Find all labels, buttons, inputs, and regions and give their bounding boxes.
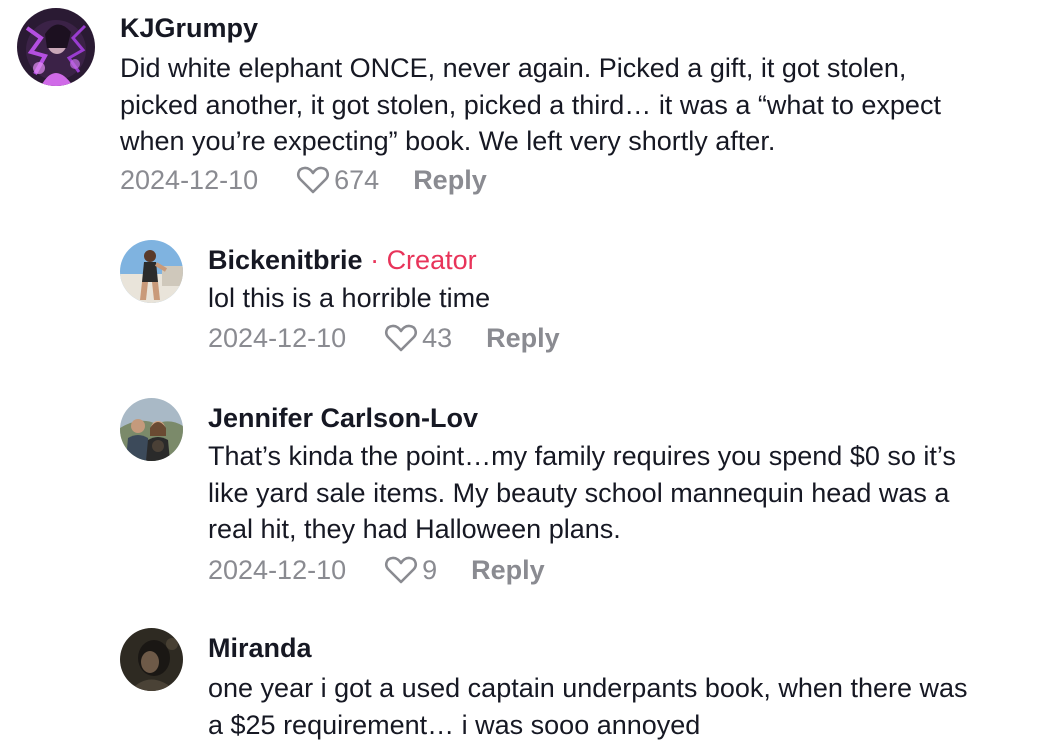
avatar-image [120,398,183,461]
like-count: 674 [334,164,380,195]
creator-separator: · [362,245,387,275]
creator-badge: Creator [386,245,477,275]
like-button[interactable]: 43 [384,323,452,354]
comment-username[interactable]: Miranda [208,632,312,664]
like-button[interactable]: 9 [384,555,437,586]
heart-outline-icon [385,556,418,584]
avatar-image [17,8,95,86]
comment-meta: 2024-12-10 43 Reply [208,320,560,356]
comment-date: 2024-12-10 [120,164,259,195]
comment-text: one year i got a used captain underpants… [208,673,968,740]
avatar[interactable] [120,628,183,691]
avatar-image [120,628,183,691]
like-count: 9 [422,554,438,585]
like-count: 43 [422,322,453,353]
username-text[interactable]: Bickenitbrie [208,245,363,275]
reply-button[interactable]: Reply [413,165,487,196]
comment-text: lol this is a horrible time [208,283,491,313]
comment-meta: 2024-12-10 9 Reply [208,552,545,588]
comment-date: 2024-12-10 [208,322,347,353]
reply-button[interactable]: Reply [486,323,560,354]
heart-outline-icon [385,324,418,352]
comment-jennifer: Jennifer Carlson-Lov That’s kinda the po… [0,388,1054,598]
comment-bickenitbrie: Bickenitbrie · Creator lol this is a hor… [0,230,1054,370]
comment-meta: 2024-12-10 674 Reply [120,162,487,198]
comment-kjgrumpy: KJGrumpy Did white elephant ONCE, never … [0,0,1054,210]
comment-username[interactable]: KJGrumpy [120,12,258,44]
heart-outline-icon [297,166,330,194]
comment-text: Did white elephant ONCE, never again. Pi… [120,53,941,156]
comment-text: That’s kinda the point…my family require… [208,441,956,544]
comment-username: Bickenitbrie · Creator [208,244,477,276]
avatar[interactable] [120,398,183,461]
like-button[interactable]: 674 [296,165,379,196]
avatar-image [120,240,183,303]
comment-date: 2024-12-10 [208,554,347,585]
avatar[interactable] [120,240,183,303]
avatar[interactable] [17,8,95,86]
comment-username[interactable]: Jennifer Carlson-Lov [208,402,478,434]
comment-miranda: Miranda one year i got a used captain un… [0,618,1054,746]
reply-button[interactable]: Reply [471,555,545,586]
